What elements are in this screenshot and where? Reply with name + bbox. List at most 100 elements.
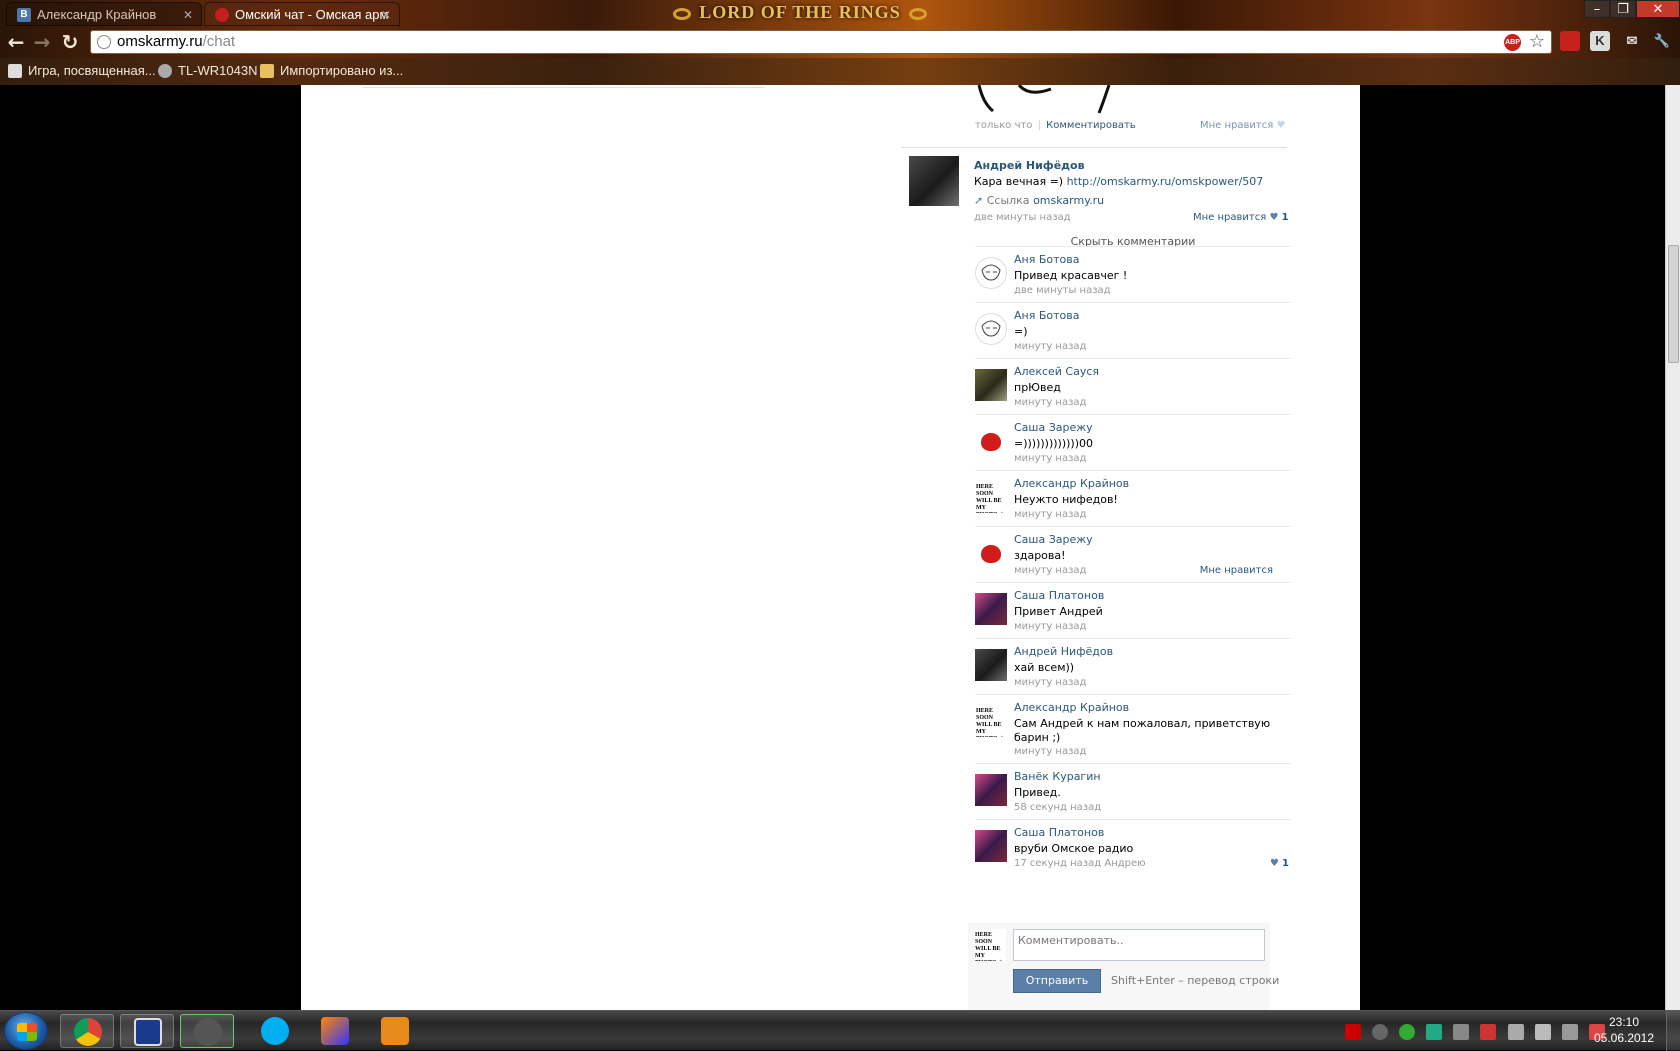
taskbar-steam[interactable] xyxy=(180,1014,234,1048)
post-image-drawing xyxy=(977,85,1111,114)
extension-icon[interactable] xyxy=(1560,31,1580,51)
taskbar-media-player[interactable] xyxy=(368,1014,422,1048)
page-scrollbar[interactable] xyxy=(1665,85,1680,1010)
adblock-icon[interactable]: ABP xyxy=(1504,34,1521,51)
post-author-avatar[interactable] xyxy=(909,156,959,206)
scrollbar-thumb[interactable] xyxy=(1668,245,1679,363)
comment-author[interactable]: Саша Платонов xyxy=(1014,589,1104,602)
comment-author[interactable]: Ванёк Курагин xyxy=(1014,770,1101,783)
comment-avatar[interactable] xyxy=(975,649,1007,681)
send-button[interactable]: Отправить xyxy=(1013,969,1101,993)
wrench-icon[interactable]: 🔧 xyxy=(1652,31,1672,51)
comment-item: HERE SOON WILL BE MY PHOTO :) KRAYNOV.Z А… xyxy=(975,694,1291,763)
comment-avatar[interactable] xyxy=(975,369,1007,401)
windows-taskbar: 23:10 05.06.2012 xyxy=(0,1010,1680,1051)
bookmark-folder[interactable]: Импортировано из... xyxy=(260,62,403,80)
comment-time: минуту назад xyxy=(1014,677,1087,688)
comment-item: Ванёк Курагин Привед. 58 секунд назад xyxy=(975,763,1291,819)
comment-avatar[interactable] xyxy=(975,537,1007,569)
url-text: omskarmy.ru/chat xyxy=(117,33,236,50)
comment-author[interactable]: Аня Ботова xyxy=(1014,253,1079,266)
bookmarks-bar: Игра, посвященная... TL-WR1043N Импортир… xyxy=(0,58,1680,85)
start-button[interactable] xyxy=(4,1012,48,1050)
post-author-name[interactable]: Андрей Нифёдов xyxy=(974,159,1085,172)
taskbar-clock[interactable]: 23:10 05.06.2012 xyxy=(1592,1014,1656,1046)
bookmark-item[interactable]: TL-WR1043N xyxy=(158,62,257,80)
flash-icon[interactable] xyxy=(1345,1023,1361,1040)
comment-avatar[interactable] xyxy=(975,257,1007,289)
close-window-button[interactable]: ✕ xyxy=(1636,0,1680,18)
like-button[interactable]: Мне нравится ♥ xyxy=(1200,120,1285,131)
bookmark-star-icon[interactable]: ☆ xyxy=(1529,31,1545,53)
comment-avatar[interactable] xyxy=(975,774,1007,806)
comment-text: вруби Омское радио xyxy=(1014,842,1134,855)
comment-avatar[interactable] xyxy=(975,425,1007,457)
volume-icon[interactable] xyxy=(1534,1023,1551,1040)
comment-author[interactable]: Саша Платонов xyxy=(1014,826,1104,839)
floppy-icon xyxy=(134,1018,162,1046)
comment-author[interactable]: Саша Зарежу xyxy=(1014,421,1093,434)
taskbar-skype[interactable] xyxy=(248,1014,302,1048)
check-icon[interactable] xyxy=(1426,1023,1443,1040)
trollface-icon xyxy=(981,320,1001,337)
comment-like-button[interactable]: Мне нравится xyxy=(1200,565,1273,576)
ring-icon xyxy=(673,7,692,20)
comment-author[interactable]: Александр Крайнов xyxy=(1014,701,1129,714)
shortcut-hint: Shift+Enter – перевод строки xyxy=(1111,974,1280,987)
heart-icon: ♥ xyxy=(1269,212,1279,223)
network-icon[interactable] xyxy=(1561,1023,1578,1040)
comment-avatar[interactable]: HERE SOON WILL BE MY PHOTO :) KRAYNOV.Z xyxy=(975,481,1007,513)
comment-avatar[interactable] xyxy=(975,830,1007,862)
taskbar-chrome[interactable] xyxy=(60,1014,114,1048)
comment-item: Андрей Нифёдов хай всем)) минуту назад xyxy=(975,638,1291,694)
page-icon xyxy=(8,64,22,78)
close-tab-icon[interactable]: ✕ xyxy=(183,3,193,25)
extension-k-icon[interactable]: K xyxy=(1590,31,1610,51)
comment-text: Привет Андрей xyxy=(1014,605,1103,618)
comment-link[interactable]: Комментировать xyxy=(1046,120,1136,131)
meta-separator: | xyxy=(1037,120,1041,131)
kaspersky-icon[interactable] xyxy=(1507,1023,1524,1040)
clock-time: 23:10 xyxy=(1608,1015,1640,1029)
comment-text: =) xyxy=(1014,325,1028,338)
steam-icon xyxy=(194,1018,222,1046)
post-divider xyxy=(901,147,1287,148)
back-button[interactable]: ← xyxy=(4,30,28,54)
forward-button[interactable]: → xyxy=(30,30,54,54)
utorrent-icon[interactable] xyxy=(1399,1023,1416,1040)
mail-icon[interactable]: ✉ xyxy=(1622,31,1642,51)
comment-item: Аня Ботова Привед красавчег ! две минуты н… xyxy=(975,246,1291,302)
comment-like-count[interactable]: ♥ 1 xyxy=(1270,858,1289,869)
minimize-button[interactable]: – xyxy=(1584,0,1610,18)
comment-avatar[interactable]: HERE SOON WILL BE MY PHOTO :) KRAYNOV.Z xyxy=(975,705,1007,737)
post-like-button[interactable]: Мне нравится ♥ 1 xyxy=(1193,212,1289,223)
comment-author[interactable]: Алексей Сауся xyxy=(1014,365,1099,378)
address-bar[interactable]: omskarmy.ru/chat ABP ☆ xyxy=(90,30,1552,54)
page-content: только что | Комментировать Мне нравится… xyxy=(301,85,1360,1010)
clock-date: 05.06.2012 xyxy=(1593,1031,1655,1045)
close-tab-icon[interactable]: ✕ xyxy=(381,3,391,25)
comment-text: Сам Андрей к нам пожаловал, приветствую … xyxy=(1014,717,1271,744)
comment-text: прЮвед xyxy=(1014,381,1061,394)
reload-button[interactable]: ↻ xyxy=(58,30,82,54)
taskbar-winamp[interactable] xyxy=(308,1014,362,1048)
comment-avatar[interactable] xyxy=(975,593,1007,625)
comment-author[interactable]: Александр Крайнов xyxy=(1014,477,1129,490)
maximize-button[interactable]: ❐ xyxy=(1610,0,1636,18)
show-desktop-button[interactable] xyxy=(1666,1011,1680,1051)
bookmark-item[interactable]: Игра, посвященная... xyxy=(8,62,156,80)
monitor-icon[interactable] xyxy=(1453,1023,1470,1040)
post-link[interactable]: http://omskarmy.ru/omskpower/507 xyxy=(1067,175,1264,188)
steam-tray-icon[interactable] xyxy=(1372,1023,1389,1040)
attachment-link[interactable]: omskarmy.ru xyxy=(1033,194,1104,207)
comment-input[interactable]: Комментировать.. xyxy=(1013,929,1265,961)
taskbar-save-app[interactable] xyxy=(120,1014,174,1048)
comment-author[interactable]: Саша Зарежу xyxy=(1014,533,1093,546)
tab-title: Омский чат - Омская арм xyxy=(235,7,389,22)
tab-omsk-chat[interactable]: Омский чат - Омская арм ✕ xyxy=(204,2,400,26)
comment-author[interactable]: Аня Ботова xyxy=(1014,309,1079,322)
comment-avatar[interactable] xyxy=(975,313,1007,345)
comment-author[interactable]: Андрей Нифёдов xyxy=(1014,645,1113,658)
speaker-muted-icon[interactable] xyxy=(1480,1023,1497,1040)
tab-vk[interactable]: В Александр Крайнов ✕ xyxy=(6,2,202,26)
